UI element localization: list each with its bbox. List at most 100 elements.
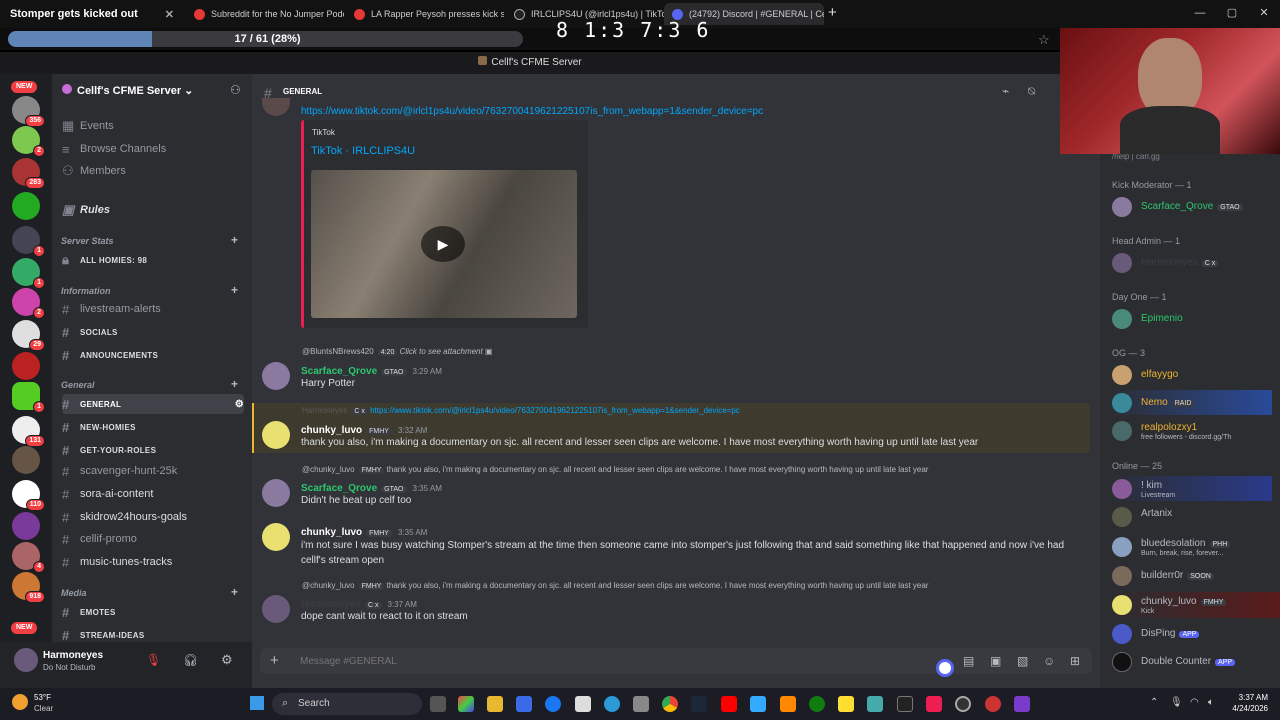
category-media[interactable]: Media + — [61, 585, 238, 599]
member-item[interactable]: chunky_luvo FMHY Kick — [1110, 594, 1275, 618]
headphones-icon[interactable]: 🎧︎ — [183, 653, 198, 667]
server-icon[interactable]: 2 — [12, 126, 45, 157]
server-icon[interactable]: 29 — [12, 320, 45, 351]
facebook-icon[interactable] — [545, 696, 561, 712]
clock-time[interactable]: 3:37 AM — [1228, 693, 1268, 702]
member-item[interactable]: realpolozxy1 free followers - discord.gg/… — [1110, 420, 1275, 446]
author-name[interactable]: Harmoneyes — [301, 599, 361, 610]
gift-icon[interactable]: ▤ — [963, 654, 974, 668]
clock-date[interactable]: 4/24/2026 — [1222, 704, 1268, 713]
task-view-icon[interactable] — [430, 696, 446, 712]
channel-sora-ai[interactable]: # sora-ai-content — [62, 484, 244, 504]
member-item[interactable]: DisPing APP — [1110, 623, 1275, 645]
category-general[interactable]: General + — [61, 377, 238, 391]
tab-stomper[interactable]: Stomper gets kicked out ✕ — [2, 3, 182, 25]
message-input[interactable] — [300, 652, 820, 670]
avatar[interactable] — [14, 648, 38, 672]
sidebar-item-browse-channels[interactable]: ≡ Browse Channels — [62, 139, 244, 159]
server-name[interactable]: Cellf's CFME Server ⌄ — [77, 84, 193, 97]
app-icon[interactable] — [985, 696, 1001, 712]
youtube-icon[interactable] — [721, 696, 737, 712]
app-icon[interactable] — [750, 696, 766, 712]
microphone-icon[interactable]: 🎙︎ — [1170, 697, 1183, 708]
tiktok-icon[interactable] — [926, 696, 942, 712]
author-name[interactable]: chunky_luvo — [301, 425, 362, 436]
server-icon[interactable]: 4 — [12, 542, 45, 573]
add-channel-icon[interactable]: + — [231, 283, 238, 297]
server-icon[interactable] — [12, 352, 40, 380]
channel-all-homies[interactable]: 🔒︎ ALL HOMIES: 98 — [62, 250, 244, 270]
author-name[interactable]: Scarface_Qrove — [301, 483, 377, 494]
store-icon[interactable] — [516, 696, 532, 712]
app-icon[interactable] — [1014, 696, 1030, 712]
message-link[interactable]: https://www.tiktok.com/@irlcl1ps4u/video… — [301, 106, 763, 117]
server-icon[interactable] — [12, 512, 40, 540]
server-icon[interactable]: 1 — [12, 226, 45, 257]
channel-rules[interactable]: ▣ Rules — [62, 200, 244, 220]
member-item[interactable]: elfayygo — [1110, 364, 1275, 386]
avatar[interactable] — [262, 523, 290, 551]
avatar[interactable] — [262, 595, 290, 623]
notification-bell-icon[interactable]: ⍉ — [1028, 84, 1035, 99]
bookmark-star-icon[interactable]: ☆ — [1038, 32, 1050, 48]
member-item[interactable]: Nemo RAID — [1110, 392, 1275, 414]
close-window-icon[interactable]: ✕ — [1248, 0, 1280, 28]
reply-preview[interactable]: @chunky_luvo FMHY thank you also, i'm mak… — [302, 465, 928, 474]
add-channel-icon[interactable]: + — [231, 585, 238, 599]
sidebar-item-members[interactable]: ⚇ Members — [62, 161, 244, 181]
video-thumbnail[interactable]: ▶ — [311, 170, 577, 318]
emoji-icon[interactable]: ☺ — [1043, 654, 1055, 668]
xbox-icon[interactable] — [809, 696, 825, 712]
tab-subreddit[interactable]: Subreddit for the No Jumper Podc — [186, 3, 344, 25]
avatar[interactable] — [262, 421, 290, 449]
avatar[interactable] — [262, 362, 290, 390]
apps-icon[interactable]: ⊞ — [1070, 654, 1080, 668]
avatar[interactable] — [262, 479, 290, 507]
app-icon[interactable] — [867, 696, 883, 712]
reply-preview[interactable]: @BluntsNBrews420 4:20 Click to see attach… — [302, 347, 493, 356]
add-channel-icon[interactable]: + — [231, 377, 238, 391]
member-item[interactable]: builderr0r SOON — [1110, 565, 1275, 587]
channel-announcements[interactable]: # ANNOUNCEMENTS — [62, 345, 244, 365]
channel-get-your-roles[interactable]: # GET-YOUR-ROLES — [62, 440, 244, 460]
add-user-icon[interactable]: ⚇ — [230, 83, 241, 97]
server-icon[interactable]: 131 — [12, 416, 45, 447]
member-item[interactable]: Artanix — [1110, 506, 1275, 528]
file-explorer-icon[interactable] — [487, 696, 503, 712]
gear-icon[interactable]: ⚙ — [221, 652, 233, 668]
add-attachment-icon[interactable]: + — [270, 652, 279, 669]
capcut-icon[interactable] — [897, 696, 913, 712]
wifi-icon[interactable]: ◠ — [1190, 697, 1199, 708]
obs-icon[interactable] — [955, 696, 971, 712]
server-icon[interactable]: 1 — [12, 382, 45, 413]
channel-general[interactable]: # GENERAL ⚙ — [62, 394, 244, 414]
channel-music[interactable]: # music-tunes-tracks — [62, 552, 244, 572]
server-icon[interactable] — [12, 192, 40, 220]
threads-icon[interactable]: ⌁ — [1002, 84, 1009, 98]
member-item[interactable]: ! kim Livestream — [1110, 478, 1275, 502]
edge-icon[interactable] — [604, 696, 620, 712]
new-tab-icon[interactable]: + — [828, 4, 837, 21]
member-item[interactable]: Epimenio — [1110, 308, 1275, 330]
volume-icon[interactable]: 🔈︎ — [1208, 697, 1214, 708]
settings-icon[interactable]: ⚙ — [235, 399, 244, 410]
server-icon[interactable]: 110 — [12, 480, 45, 511]
close-icon[interactable]: ✕ — [159, 8, 174, 21]
copilot-icon[interactable] — [458, 696, 474, 712]
channel-new-homies[interactable]: # NEW-HOMIES — [62, 417, 244, 437]
channel-emotes[interactable]: # EMOTES — [62, 602, 244, 622]
taskbar-search[interactable]: ⌕ Search — [272, 693, 422, 715]
sticky-notes-icon[interactable] — [838, 696, 854, 712]
windows-start-icon[interactable] — [250, 696, 264, 710]
member-item[interactable]: bluedesolation PHH Burn, break, rise, fore… — [1110, 536, 1275, 562]
gif-icon[interactable]: ▣ — [990, 654, 1001, 668]
category-server-stats[interactable]: Server Stats + — [61, 233, 238, 247]
sidebar-item-events[interactable]: ▦ Events — [62, 116, 244, 136]
author-name[interactable]: Scarface_Qrove — [301, 366, 377, 377]
reply-preview[interactable]: Harmoneyes C x https://www.tiktok.com/@ir… — [302, 406, 842, 415]
maximize-icon[interactable]: ▢ — [1216, 0, 1248, 28]
tray-chevron-icon[interactable]: ⌃ — [1150, 697, 1158, 708]
steam-icon[interactable] — [691, 696, 707, 712]
channel-cellif-promo[interactable]: # cellif-promo — [62, 529, 244, 549]
channel-scavenger-hunt[interactable]: # scavenger-hunt-25k — [62, 461, 244, 481]
